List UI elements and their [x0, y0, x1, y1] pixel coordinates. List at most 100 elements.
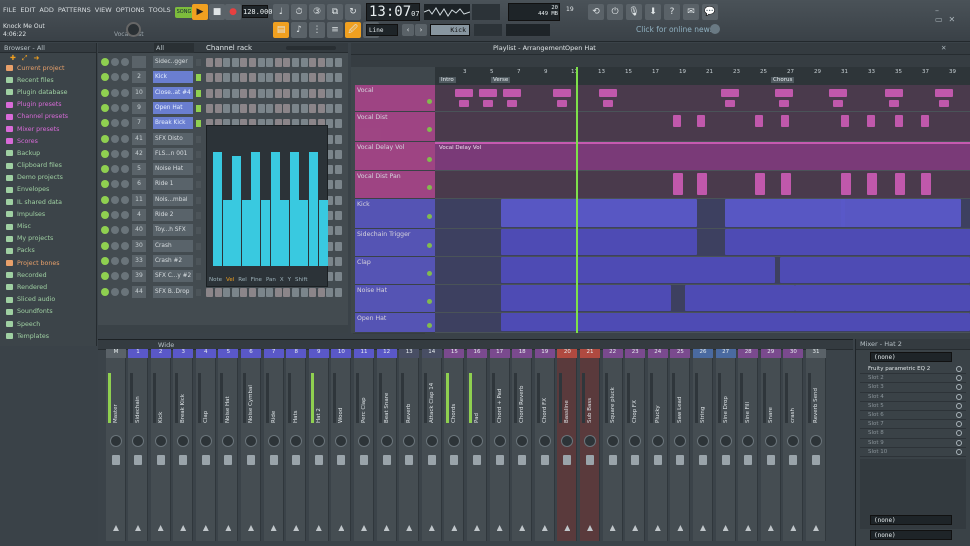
channel-pan-knob[interactable] [111, 134, 119, 143]
track-header[interactable]: Vocal [355, 85, 435, 111]
piano-tab[interactable]: Fine [251, 277, 262, 283]
clip[interactable] [841, 199, 961, 227]
velocity-bar[interactable] [232, 155, 242, 266]
browser-item[interactable]: Plugin presets [0, 99, 96, 111]
strip-route-icon[interactable] [293, 525, 300, 531]
step-button[interactable] [257, 88, 265, 98]
mixer-strip[interactable]: 20 Bassline [557, 349, 578, 541]
strip-route-icon[interactable] [270, 525, 277, 531]
play-icon[interactable]: ▶ [192, 4, 208, 20]
clip[interactable] [479, 89, 497, 97]
clip[interactable] [725, 100, 735, 107]
step-button[interactable] [249, 58, 256, 67]
clip[interactable] [755, 115, 763, 127]
clip[interactable] [833, 100, 843, 107]
strip-route-icon[interactable] [180, 525, 187, 531]
mail-icon[interactable]: ✉ [683, 4, 699, 20]
step-button[interactable] [335, 241, 342, 251]
channel-vol-knob[interactable] [121, 149, 129, 158]
channel-mixer-number[interactable]: 7 [132, 117, 146, 130]
strip-pan-knob[interactable] [177, 435, 190, 447]
channel-select-led[interactable] [196, 89, 201, 97]
browser-item[interactable]: My projects [0, 233, 96, 245]
channel-vol-knob[interactable] [121, 165, 129, 174]
strip-volume-fader[interactable] [676, 455, 685, 465]
clip[interactable] [781, 173, 791, 195]
effect-slot-toggle[interactable] [956, 411, 962, 418]
velocity-bar[interactable] [241, 200, 251, 266]
stop-icon[interactable]: ■ [209, 4, 225, 20]
step-button[interactable] [206, 287, 213, 297]
channel-name-button[interactable]: SFX Disto [153, 132, 193, 145]
master-pitch[interactable] [472, 4, 500, 20]
strip-pan-knob[interactable] [403, 435, 416, 447]
step-button[interactable] [283, 73, 291, 83]
effect-slot-toggle[interactable] [956, 439, 962, 446]
step-button[interactable] [231, 73, 239, 83]
channel-row[interactable]: 9 Open Hat [98, 101, 348, 115]
step-button[interactable] [240, 287, 248, 297]
channel-name-button[interactable]: Nois...mbal [153, 193, 193, 206]
strip-pan-knob[interactable] [132, 435, 144, 447]
clip[interactable] [455, 89, 473, 97]
strip-pan-knob[interactable] [651, 435, 664, 447]
step-button[interactable] [326, 73, 334, 83]
step-button[interactable] [206, 73, 213, 83]
channel-name-button[interactable]: Crash #2 [153, 254, 193, 267]
strip-route-icon[interactable] [700, 525, 706, 531]
track-header[interactable]: Vocal Dist [355, 112, 435, 141]
strip-pan-knob[interactable] [335, 435, 348, 447]
song-marker[interactable]: Intro [439, 77, 456, 83]
browser-item[interactable]: Mixer presets [0, 123, 96, 135]
window-controls[interactable]: –▭✕ [935, 6, 970, 24]
strip-route-icon[interactable] [609, 525, 616, 531]
channel-select-led[interactable] [196, 166, 201, 174]
step-button[interactable] [300, 73, 308, 83]
velocity-bar[interactable] [213, 152, 222, 266]
browser-item[interactable]: IL shared data [0, 196, 96, 208]
countdown-icon[interactable]: ③ [309, 4, 325, 20]
channel-row[interactable]: 10 Close..at #4 [98, 86, 348, 100]
strip-pan-knob[interactable] [697, 435, 709, 447]
mixer-strip[interactable]: 14 Attack Clap 14 [421, 349, 442, 541]
clip[interactable] [501, 199, 697, 227]
channel-pan-knob[interactable] [111, 165, 119, 174]
step-button[interactable] [326, 58, 334, 67]
mixer-strip[interactable]: M Master [106, 349, 126, 541]
mixer-strip[interactable]: 4 Clap [195, 349, 216, 541]
insert-input[interactable]: (none) [870, 352, 952, 362]
channel-mixer-number[interactable]: 9 [132, 101, 146, 114]
track-header[interactable]: Vocal Dist Pan [355, 171, 435, 198]
channel-select-led[interactable] [196, 196, 201, 204]
track-led[interactable] [427, 243, 432, 248]
clip[interactable] [895, 173, 905, 195]
channel-name-button[interactable]: Break Kick [153, 117, 193, 130]
clip[interactable] [685, 285, 795, 311]
piano-tab[interactable]: Pan [266, 277, 276, 283]
channel-vol-knob[interactable] [121, 88, 129, 97]
step-button[interactable] [223, 287, 231, 297]
strip-volume-fader[interactable] [314, 455, 323, 465]
channel-pan-knob[interactable] [111, 241, 119, 250]
strip-route-icon[interactable] [202, 525, 209, 531]
step-button[interactable] [317, 58, 325, 67]
step-button[interactable] [206, 103, 213, 113]
mixer-strip[interactable]: 2 Kick [150, 349, 171, 541]
clip[interactable] [553, 89, 571, 97]
step-button[interactable] [335, 149, 342, 159]
channel-name-button[interactable]: Kick [153, 71, 193, 84]
track-header[interactable]: Kick [355, 199, 435, 228]
mixer-strip[interactable]: 25 Saw Lead [670, 349, 691, 541]
channel-select-led[interactable] [196, 242, 201, 250]
channel-mute-knob[interactable] [101, 241, 109, 250]
mixer-strip[interactable]: 23 Chop FX [625, 349, 646, 541]
strip-route-icon[interactable] [451, 525, 458, 531]
step-button[interactable] [292, 73, 299, 83]
effect-slot-toggle[interactable] [956, 402, 962, 409]
channel-pan-knob[interactable] [111, 226, 119, 235]
velocity-bar[interactable] [309, 152, 318, 266]
channel-name-button[interactable]: Close..at #4 [153, 86, 193, 99]
effect-slot[interactable]: Slot 4 [860, 393, 966, 402]
browser-item[interactable]: Backup [0, 147, 96, 159]
step-button[interactable] [257, 103, 265, 113]
